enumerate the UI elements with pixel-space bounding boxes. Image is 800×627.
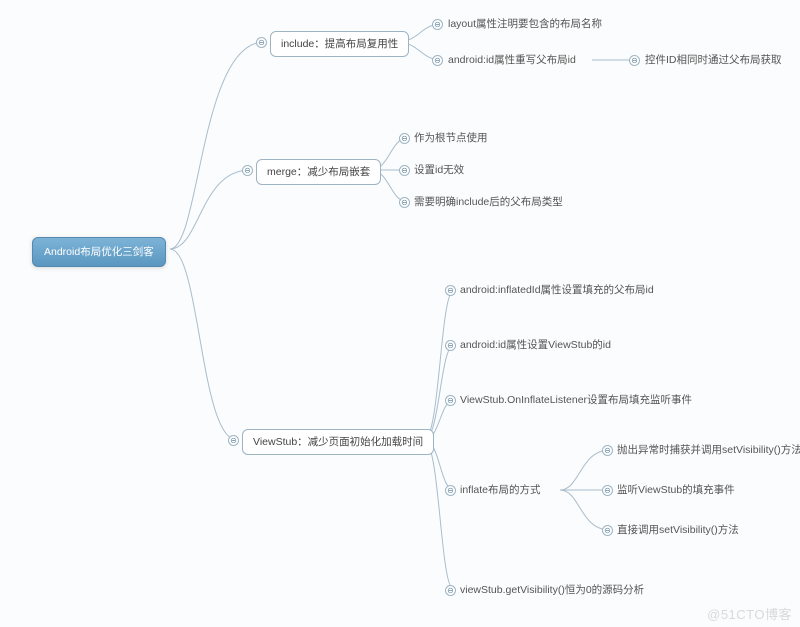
- viewstub-label: ViewStub：减少页面初始化加载时间: [253, 436, 423, 448]
- collapse-toggle[interactable]: ⊖: [399, 165, 410, 176]
- collapse-toggle[interactable]: ⊖: [432, 19, 443, 30]
- collapse-toggle[interactable]: ⊖: [445, 585, 456, 596]
- merge-child-1: 作为根节点使用: [414, 132, 488, 145]
- inflate-child-3: 直接调用setVisibility()方法: [617, 524, 739, 537]
- collapse-toggle[interactable]: ⊖: [629, 55, 640, 66]
- viewstub-child-5: viewStub.getVisibility()恒为0的源码分析: [460, 584, 644, 597]
- collapse-toggle-viewstub[interactable]: ⊖: [228, 435, 239, 446]
- inflate-child-2: 监听ViewStub的填充事件: [617, 484, 735, 497]
- merge-child-2: 设置id无效: [414, 164, 464, 177]
- collapse-toggle-merge[interactable]: ⊖: [242, 165, 253, 176]
- collapse-toggle[interactable]: ⊖: [432, 55, 443, 66]
- include-label: include：提高布局复用性: [281, 38, 398, 50]
- merge-child-3: 需要明确include后的父布局类型: [414, 196, 563, 209]
- viewstub-child-4: inflate布局的方式: [460, 484, 541, 497]
- include-child-2a: 控件ID相同时通过父布局获取: [645, 54, 782, 67]
- merge-label: merge：减少布局嵌套: [267, 166, 370, 178]
- collapse-toggle[interactable]: ⊖: [445, 395, 456, 406]
- collapse-toggle[interactable]: ⊖: [445, 285, 456, 296]
- collapse-toggle-include[interactable]: ⊖: [256, 37, 267, 48]
- root-node[interactable]: Android布局优化三剑客: [32, 237, 166, 267]
- collapse-toggle[interactable]: ⊖: [602, 485, 613, 496]
- collapse-toggle[interactable]: ⊖: [445, 340, 456, 351]
- collapse-toggle[interactable]: ⊖: [399, 197, 410, 208]
- viewstub-child-2: android:id属性设置ViewStub的id: [460, 339, 611, 352]
- collapse-toggle[interactable]: ⊖: [602, 445, 613, 456]
- viewstub-child-1: android:inflatedId属性设置填充的父布局id: [460, 284, 654, 297]
- viewstub-node[interactable]: ViewStub：减少页面初始化加载时间: [242, 429, 434, 455]
- merge-node[interactable]: merge：减少布局嵌套: [256, 159, 381, 185]
- collapse-toggle[interactable]: ⊖: [602, 525, 613, 536]
- collapse-toggle[interactable]: ⊖: [445, 485, 456, 496]
- viewstub-child-3: ViewStub.OnInflateListener设置布局填充监听事件: [460, 394, 692, 407]
- include-node[interactable]: include：提高布局复用性: [270, 31, 409, 57]
- include-child-2: android:id属性重写父布局id: [448, 54, 576, 67]
- collapse-toggle[interactable]: ⊖: [399, 133, 410, 144]
- watermark: @51CTO博客: [707, 604, 792, 623]
- include-child-1: layout属性注明要包含的布局名称: [448, 18, 602, 31]
- root-label: Android布局优化三剑客: [44, 246, 154, 258]
- inflate-child-1: 抛出异常时捕获并调用setVisibility()方法: [617, 444, 800, 457]
